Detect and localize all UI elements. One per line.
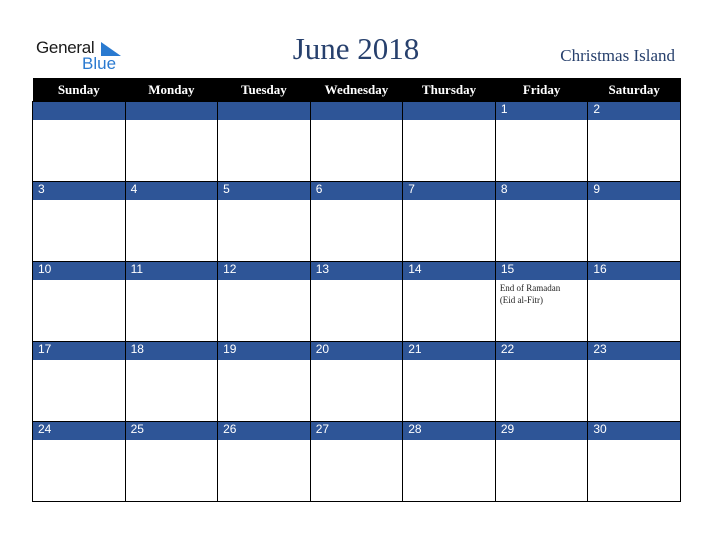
day-cell[interactable] xyxy=(124,120,219,182)
weekday-header-row: Sunday Monday Tuesday Wednesday Thursday… xyxy=(32,78,681,102)
day-number: 24 xyxy=(32,421,126,440)
day-cell[interactable] xyxy=(587,360,681,422)
day-number: 16 xyxy=(587,261,681,280)
day-number: 1 xyxy=(494,101,589,120)
day-number: 18 xyxy=(124,341,219,360)
day-cell[interactable] xyxy=(309,440,404,502)
week-date-row: 12 xyxy=(32,101,681,120)
week-body-row xyxy=(32,360,681,422)
day-cell[interactable] xyxy=(32,440,126,502)
day-cell[interactable] xyxy=(309,360,404,422)
weekday-header: Tuesday xyxy=(217,78,311,102)
day-cell[interactable] xyxy=(587,120,681,182)
day-number: 3 xyxy=(32,181,126,200)
day-cell[interactable] xyxy=(494,360,589,422)
day-cell[interactable] xyxy=(217,280,311,342)
day-number: 20 xyxy=(309,341,404,360)
day-number: 19 xyxy=(217,341,311,360)
week-date-row: 24 25 26 27 28 29 30 xyxy=(32,421,681,440)
day-number: 27 xyxy=(309,421,404,440)
day-cell[interactable] xyxy=(217,440,311,502)
day-number: 8 xyxy=(494,181,589,200)
day-number xyxy=(124,101,219,120)
day-cell[interactable] xyxy=(309,200,404,262)
day-cell[interactable] xyxy=(587,200,681,262)
day-cell[interactable] xyxy=(32,280,126,342)
day-cell[interactable] xyxy=(494,200,589,262)
day-cell[interactable] xyxy=(587,280,681,342)
day-cell[interactable] xyxy=(402,120,496,182)
day-number: 21 xyxy=(402,341,496,360)
day-number: 11 xyxy=(124,261,219,280)
day-number: 22 xyxy=(494,341,589,360)
day-cell[interactable] xyxy=(124,360,219,422)
calendar-grid: Sunday Monday Tuesday Wednesday Thursday… xyxy=(32,78,681,502)
week-date-row: 17 18 19 20 21 22 23 xyxy=(32,341,681,360)
day-cell[interactable] xyxy=(217,120,311,182)
day-number: 14 xyxy=(402,261,496,280)
day-cell[interactable] xyxy=(32,120,126,182)
day-number: 28 xyxy=(402,421,496,440)
day-number: 26 xyxy=(217,421,311,440)
day-number: 30 xyxy=(587,421,681,440)
weekday-header: Thursday xyxy=(402,78,496,102)
day-cell[interactable] xyxy=(494,120,589,182)
event-label: End of Ramadan (Eid al-Fitr) xyxy=(499,283,561,305)
day-number xyxy=(402,101,496,120)
day-number: 25 xyxy=(124,421,219,440)
day-number: 12 xyxy=(217,261,311,280)
weekday-header: Monday xyxy=(125,78,218,102)
weekday-header: Sunday xyxy=(32,78,126,102)
day-number xyxy=(309,101,404,120)
day-cell[interactable] xyxy=(587,440,681,502)
day-number xyxy=(217,101,311,120)
day-cell[interactable] xyxy=(32,360,126,422)
day-number: 2 xyxy=(587,101,681,120)
day-cell[interactable] xyxy=(402,200,496,262)
region-label: Christmas Island xyxy=(560,46,675,65)
day-number: 29 xyxy=(494,421,589,440)
day-number: 5 xyxy=(217,181,311,200)
day-number: 4 xyxy=(124,181,219,200)
week-body-row xyxy=(32,440,681,502)
day-number: 7 xyxy=(402,181,496,200)
day-cell[interactable] xyxy=(124,440,219,502)
day-number: 10 xyxy=(32,261,126,280)
week-date-row: 3456789 xyxy=(32,181,681,200)
day-number: 9 xyxy=(587,181,681,200)
day-cell[interactable] xyxy=(402,360,496,422)
day-number: 6 xyxy=(309,181,404,200)
day-cell[interactable] xyxy=(309,280,404,342)
day-number xyxy=(32,101,126,120)
week-date-row: 10 11 12 13 14 15 16 xyxy=(32,261,681,280)
week-body-row xyxy=(32,200,681,262)
weekday-header: Wednesday xyxy=(310,78,403,102)
week-body-row xyxy=(32,120,681,182)
day-cell[interactable]: End of Ramadan (Eid al-Fitr) xyxy=(494,280,589,342)
day-cell[interactable] xyxy=(217,200,311,262)
day-number: 15 xyxy=(494,261,589,280)
day-cell[interactable] xyxy=(217,360,311,422)
day-cell[interactable] xyxy=(402,440,496,502)
day-cell[interactable] xyxy=(402,280,496,342)
day-cell[interactable] xyxy=(494,440,589,502)
day-number: 13 xyxy=(309,261,404,280)
day-cell[interactable] xyxy=(124,280,219,342)
day-number: 23 xyxy=(587,341,681,360)
weekday-header: Saturday xyxy=(587,78,681,102)
week-body-row: End of Ramadan (Eid al-Fitr) xyxy=(32,280,681,342)
weekday-header: Friday xyxy=(495,78,588,102)
day-cell[interactable] xyxy=(124,200,219,262)
day-number: 17 xyxy=(32,341,126,360)
day-cell[interactable] xyxy=(309,120,404,182)
day-cell[interactable] xyxy=(32,200,126,262)
